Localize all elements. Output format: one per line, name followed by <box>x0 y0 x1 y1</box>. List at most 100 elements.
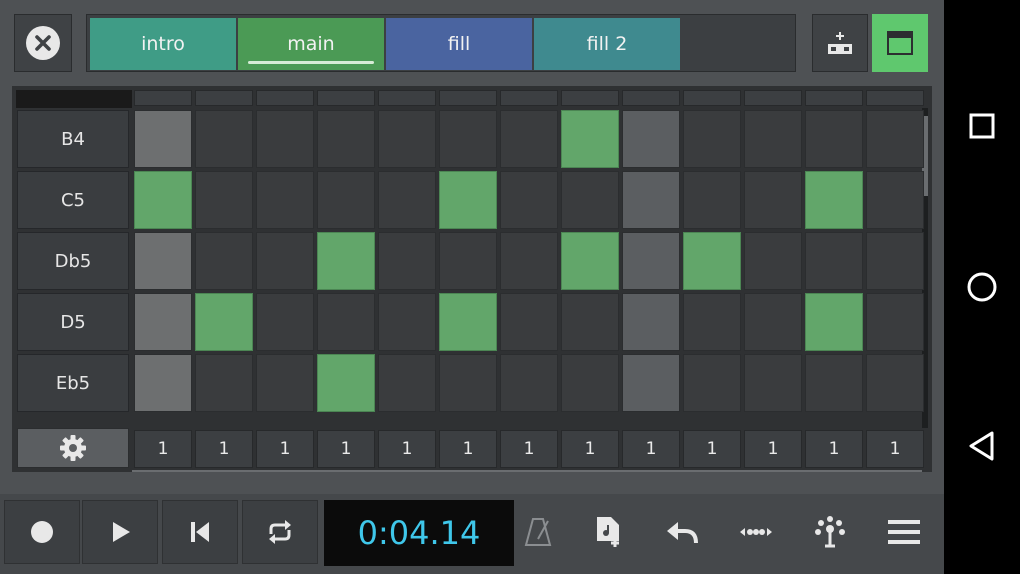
note-cell[interactable] <box>134 293 192 351</box>
step-value[interactable]: 1 <box>195 430 253 468</box>
note-cell-on[interactable] <box>439 293 497 351</box>
note-cell[interactable] <box>317 110 375 168</box>
step-value[interactable]: 1 <box>134 430 192 468</box>
metronome-button[interactable] <box>512 506 564 558</box>
note-cell[interactable] <box>195 110 253 168</box>
note-cell[interactable] <box>378 110 436 168</box>
note-cell-on[interactable] <box>683 232 741 290</box>
back-button[interactable] <box>962 426 1002 466</box>
step-column-header[interactable] <box>195 90 253 106</box>
menu-button[interactable] <box>878 506 930 558</box>
move-button[interactable] <box>730 506 782 558</box>
note-cell[interactable] <box>500 354 558 412</box>
note-cell[interactable] <box>256 354 314 412</box>
note-cell[interactable] <box>683 110 741 168</box>
note-cell[interactable] <box>622 171 680 229</box>
note-cell[interactable] <box>683 354 741 412</box>
add-pattern-button[interactable] <box>812 14 868 72</box>
tab-fill-2[interactable]: fill 2 <box>534 18 680 70</box>
note-cell[interactable] <box>622 232 680 290</box>
step-column-header[interactable] <box>378 90 436 106</box>
step-column-header[interactable] <box>866 90 924 106</box>
note-cell[interactable] <box>500 110 558 168</box>
note-cell[interactable] <box>134 354 192 412</box>
note-cell-on[interactable] <box>317 232 375 290</box>
step-column-header[interactable] <box>439 90 497 106</box>
note-cell[interactable] <box>500 293 558 351</box>
note-cell[interactable] <box>866 232 924 290</box>
note-row-label[interactable]: Eb5 <box>17 354 129 412</box>
note-cell[interactable] <box>866 354 924 412</box>
note-cell[interactable] <box>805 232 863 290</box>
new-file-button[interactable] <box>582 506 634 558</box>
note-cell[interactable] <box>256 110 314 168</box>
step-column-header[interactable] <box>622 90 680 106</box>
note-cell[interactable] <box>622 354 680 412</box>
tab-main[interactable]: main <box>238 18 384 70</box>
note-cell[interactable] <box>195 171 253 229</box>
step-value[interactable]: 1 <box>744 430 802 468</box>
step-value[interactable]: 1 <box>622 430 680 468</box>
note-cell[interactable] <box>317 171 375 229</box>
note-cell-on[interactable] <box>805 293 863 351</box>
note-row-label[interactable]: B4 <box>17 110 129 168</box>
note-cell[interactable] <box>744 171 802 229</box>
tab-fill[interactable]: fill <box>386 18 532 70</box>
note-cell[interactable] <box>378 354 436 412</box>
note-cell[interactable] <box>256 232 314 290</box>
note-cell-on[interactable] <box>805 171 863 229</box>
note-cell[interactable] <box>439 354 497 412</box>
step-value[interactable]: 1 <box>500 430 558 468</box>
step-value[interactable]: 1 <box>439 430 497 468</box>
step-value[interactable]: 1 <box>866 430 924 468</box>
note-row-label[interactable]: D5 <box>17 293 129 351</box>
step-column-header[interactable] <box>317 90 375 106</box>
note-cell-on[interactable] <box>439 171 497 229</box>
note-cell[interactable] <box>622 110 680 168</box>
play-button[interactable] <box>82 500 158 564</box>
note-cell[interactable] <box>256 293 314 351</box>
view-toggle-button[interactable] <box>872 14 928 72</box>
step-value[interactable]: 1 <box>805 430 863 468</box>
note-cell[interactable] <box>378 293 436 351</box>
note-cell[interactable] <box>195 354 253 412</box>
step-column-header[interactable] <box>744 90 802 106</box>
note-cell[interactable] <box>866 171 924 229</box>
recents-button[interactable] <box>962 106 1002 146</box>
step-column-header[interactable] <box>256 90 314 106</box>
note-cell[interactable] <box>195 232 253 290</box>
tab-intro[interactable]: intro <box>90 18 236 70</box>
note-cell[interactable] <box>683 171 741 229</box>
note-cell[interactable] <box>622 293 680 351</box>
step-column-header[interactable] <box>561 90 619 106</box>
note-row-label[interactable]: Db5 <box>17 232 129 290</box>
note-cell[interactable] <box>439 232 497 290</box>
fx-button[interactable] <box>804 506 856 558</box>
note-cell[interactable] <box>683 293 741 351</box>
note-cell-on[interactable] <box>195 293 253 351</box>
note-cell-on[interactable] <box>317 354 375 412</box>
note-cell[interactable] <box>866 110 924 168</box>
note-cell[interactable] <box>561 354 619 412</box>
note-cell[interactable] <box>805 110 863 168</box>
note-cell[interactable] <box>134 110 192 168</box>
step-column-header[interactable] <box>805 90 863 106</box>
note-cell[interactable] <box>317 293 375 351</box>
note-cell[interactable] <box>500 171 558 229</box>
home-button[interactable] <box>962 267 1002 307</box>
step-value[interactable]: 1 <box>317 430 375 468</box>
rewind-button[interactable] <box>162 500 238 564</box>
step-value[interactable]: 1 <box>378 430 436 468</box>
note-cell[interactable] <box>439 110 497 168</box>
note-cell[interactable] <box>744 110 802 168</box>
note-cell[interactable] <box>561 293 619 351</box>
step-column-header[interactable] <box>683 90 741 106</box>
note-cell[interactable] <box>134 232 192 290</box>
note-cell[interactable] <box>378 232 436 290</box>
note-cell[interactable] <box>378 171 436 229</box>
note-cell[interactable] <box>805 354 863 412</box>
note-cell-on[interactable] <box>561 232 619 290</box>
note-cell[interactable] <box>561 171 619 229</box>
step-value[interactable]: 1 <box>561 430 619 468</box>
step-column-header[interactable] <box>500 90 558 106</box>
